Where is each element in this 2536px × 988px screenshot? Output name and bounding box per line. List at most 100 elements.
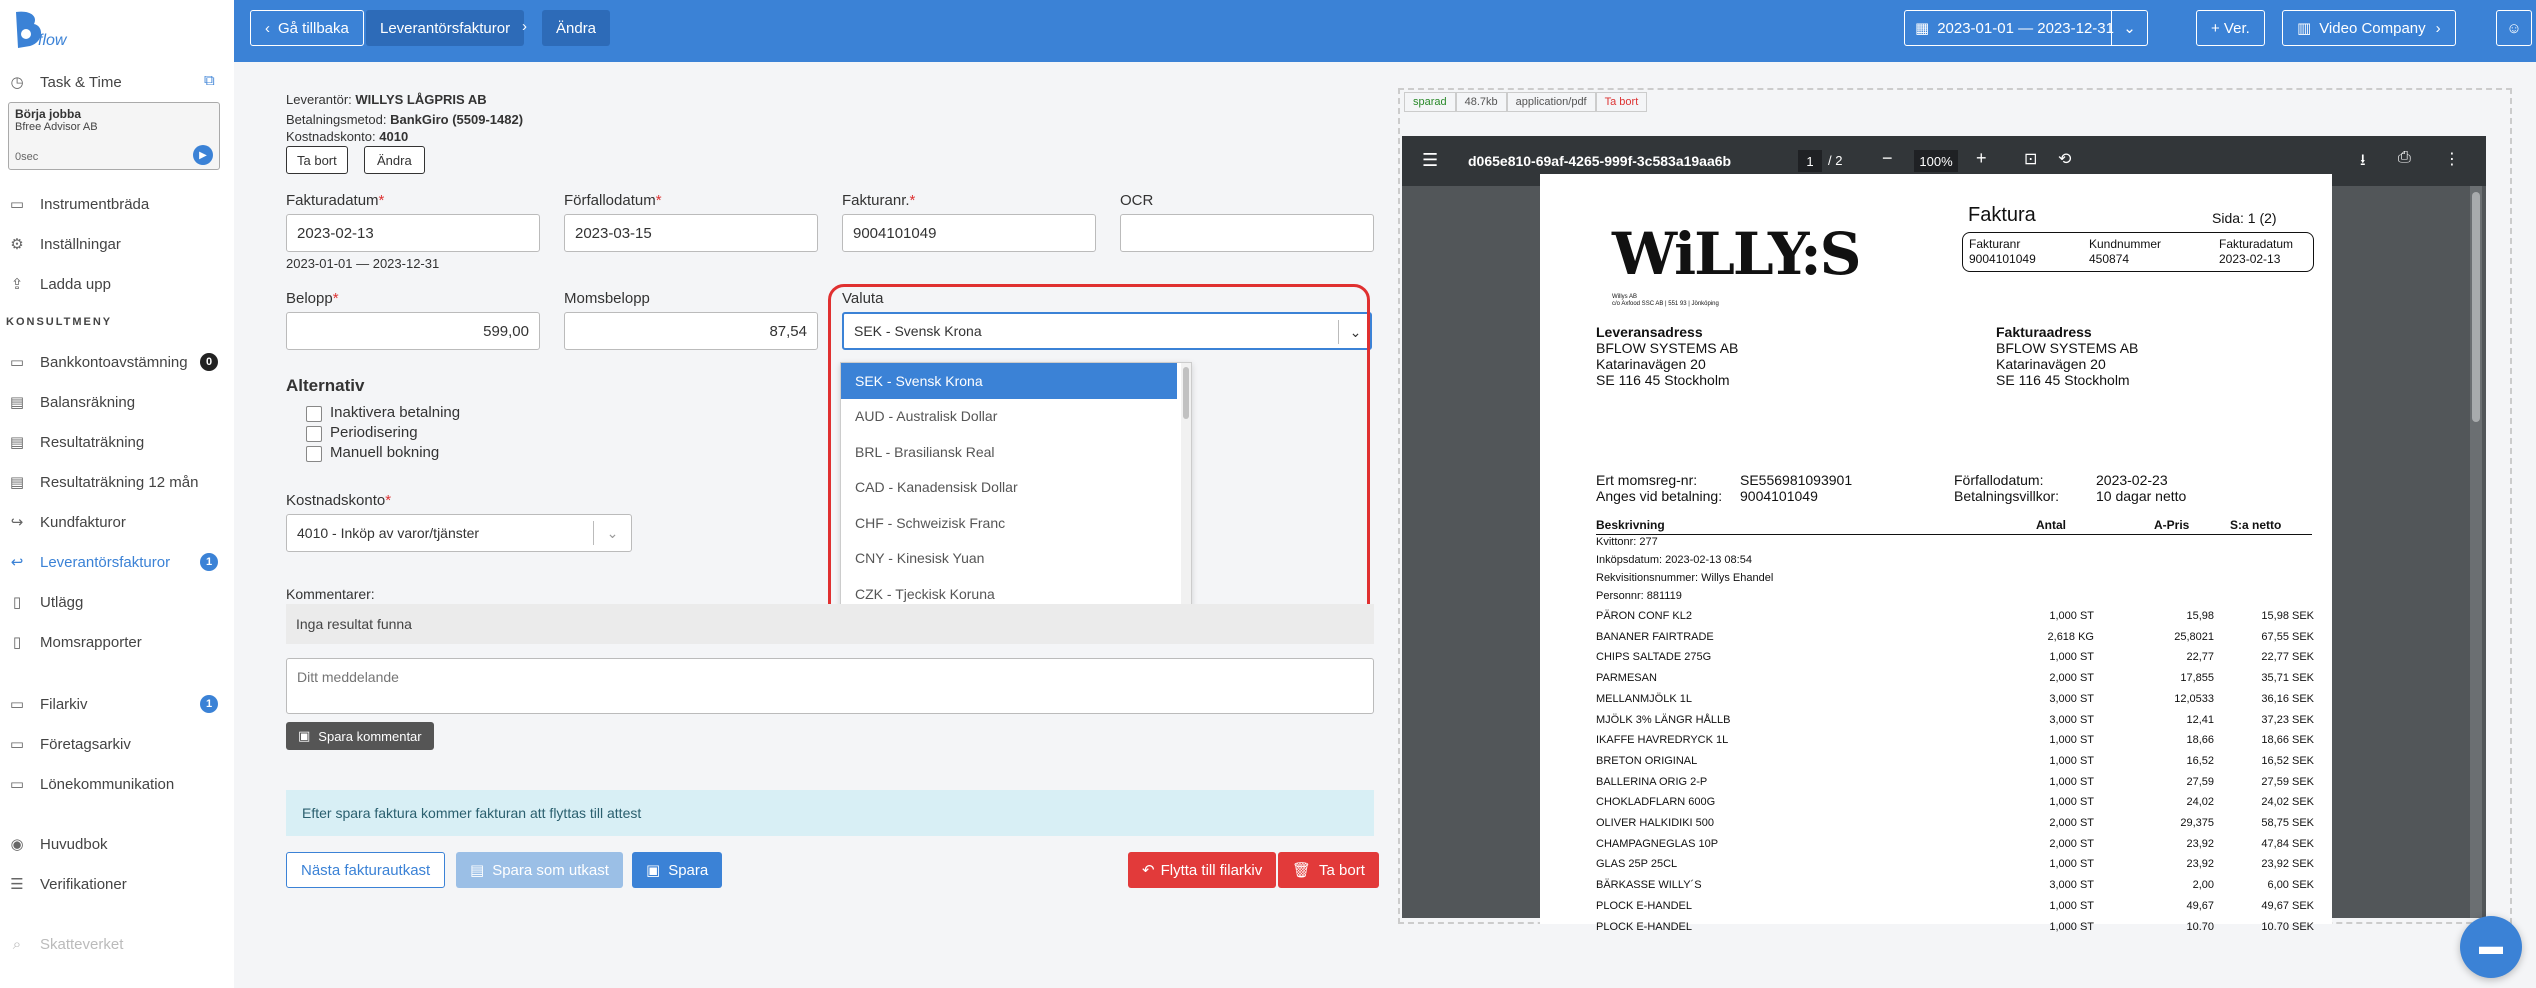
row-description: PLOCK E-HANDEL: [1596, 920, 1692, 933]
address-line: BFLOW SYSTEMS AB: [1596, 340, 1739, 356]
save-comment-button[interactable]: ▣ Spara kommentar: [286, 722, 434, 750]
zoom-out-icon[interactable]: −: [1882, 148, 1893, 169]
receipt-meta: Inköpsdatum: 2023-02-13 08:54: [1596, 554, 1752, 566]
sidebar-item-customer-invoices[interactable]: ↪ Kundfakturor: [8, 510, 126, 534]
sidebar-item-result[interactable]: ▤ Resultaträkning: [8, 430, 144, 454]
row-price: 49,67: [2186, 899, 2214, 912]
building-icon: ▥: [2297, 20, 2312, 37]
fit-page-icon[interactable]: ⊡: [2024, 149, 2037, 169]
menu-icon[interactable]: ☰: [1422, 150, 1438, 171]
page-input[interactable]: 1: [1798, 150, 1822, 172]
sidebar-item-dashboard[interactable]: ▭ Instrumentbräda: [8, 192, 149, 216]
row-net: 15,98 SEK: [2261, 610, 2314, 622]
row-description: BANANER FAIRTRADE: [1596, 630, 1714, 643]
cost-account-select[interactable]: 4010 - Inköp av varor/tjänster ⌄: [286, 514, 632, 552]
amount-input[interactable]: 599,00: [286, 312, 540, 350]
pdf-scrollbar[interactable]: [2470, 186, 2482, 918]
external-link-icon[interactable]: ⧉: [204, 72, 215, 89]
breadcrumb-supplier-invoices[interactable]: Leverantörsfakturor: [366, 10, 525, 46]
bank-icon: ▭: [9, 354, 25, 371]
rotate-icon[interactable]: ⟲: [2058, 149, 2071, 169]
back-button[interactable]: ‹ Gå tillbaka: [250, 10, 364, 46]
row-net: 6,00 SEK: [2267, 879, 2314, 892]
invoice-meta-box: Fakturanr 9004101049 Kundnummer 450874 F…: [1962, 232, 2314, 272]
user-icon[interactable]: ☺: [2496, 10, 2532, 46]
sidebar-item-payroll[interactable]: ▭ Lönekommunikation: [8, 772, 174, 796]
sidebar-item-upload[interactable]: ⇪ Ladda upp: [8, 272, 111, 296]
bflow-logo[interactable]: flow: [12, 8, 72, 52]
row-price: 23,92: [2186, 858, 2214, 871]
bank-badge: 0: [200, 353, 218, 371]
sidebar-item-company-archive[interactable]: ▭ Företagsarkiv: [8, 732, 131, 756]
due-date-input[interactable]: 2023-03-15: [564, 214, 818, 252]
invoice-date-input[interactable]: 2023-02-13: [286, 214, 540, 252]
invoice-page: WiLLY:S Willys AB c/o Axfood SSC AB | 55…: [1540, 174, 2332, 933]
ocr-input[interactable]: [1120, 214, 1374, 252]
sidebar-item-ledger[interactable]: ◉ Huvudbok: [8, 832, 107, 856]
date-range-select[interactable]: ▦ 2023-01-01 — 2023-12-31 ⌄: [1904, 10, 2148, 46]
file-delete-link[interactable]: Ta bort: [1595, 92, 1648, 112]
row-net: 37,23 SEK: [2261, 713, 2314, 726]
supplier-badge: 1: [200, 553, 218, 571]
sidebar-item-file-archive[interactable]: ▭ Filarkiv: [8, 692, 88, 716]
row-qty: 1,000 ST: [2049, 796, 2094, 809]
next-draft-button[interactable]: Nästa fakturautkast: [286, 852, 446, 888]
chevron-right-icon: ›: [2435, 19, 2441, 37]
invoice-nr-input[interactable]: 9004101049: [842, 214, 1096, 252]
company-select[interactable]: ▥ Video Company ›: [2282, 10, 2456, 46]
row-price: 17,855: [2180, 672, 2214, 685]
manual-booking-checkbox[interactable]: [306, 446, 322, 462]
more-icon[interactable]: ⋮: [2444, 149, 2460, 169]
periodization-checkbox[interactable]: [306, 426, 322, 442]
row-price: 12,0533: [2174, 692, 2214, 705]
play-icon[interactable]: ▶: [193, 145, 213, 165]
delete-button[interactable]: 🗑 Ta bort: [1278, 852, 1379, 888]
row-description: BRETON ORIGINAL: [1596, 754, 1698, 767]
sidebar-item-expenses[interactable]: ▯ Utlägg: [8, 590, 84, 614]
row-description: PÄRON CONF KL2: [1596, 610, 1692, 622]
message-textarea[interactable]: [286, 658, 1374, 714]
zoom-input[interactable]: 100%: [1914, 150, 1958, 172]
new-verification-button[interactable]: + Ver.: [2196, 10, 2265, 46]
sidebar-item-supplier-invoices[interactable]: ↩ Leverantörsfakturor: [8, 550, 170, 574]
task-box[interactable]: Börja jobba Bfree Advisor AB 0sec ▶: [8, 102, 220, 170]
logo-text: flow: [38, 32, 67, 49]
back-label: Gå tillbaka: [278, 19, 349, 37]
disable-payment-checkbox[interactable]: [306, 406, 322, 422]
change-supplier-button[interactable]: Ändra: [364, 146, 425, 174]
zoom-in-icon[interactable]: +: [1976, 148, 1987, 169]
print-icon[interactable]: ⎙: [2398, 149, 2411, 167]
sidebar-item-balance[interactable]: ▤ Balansräkning: [8, 390, 135, 414]
sidebar-item-verifications[interactable]: ☰ Verifikationer: [8, 872, 126, 896]
chat-icon[interactable]: ▬: [2460, 916, 2522, 978]
remove-supplier-button[interactable]: Ta bort: [286, 146, 348, 174]
archive-badge: 1: [200, 695, 218, 713]
sidebar-item-result-12[interactable]: ▤ Resultaträkning 12 mån: [8, 470, 199, 494]
row-price: 29,375: [2180, 817, 2214, 829]
save-icon: ▣: [646, 862, 661, 879]
breadcrumb-edit[interactable]: Ändra: [542, 10, 611, 46]
breadcrumb-label: Ändra: [556, 19, 597, 37]
row-net: 67,55 SEK: [2261, 630, 2314, 643]
info-alert: Efter spara faktura kommer fakturan att …: [286, 790, 1374, 836]
chevron-left-icon: ‹: [265, 19, 270, 37]
download-icon[interactable]: ⭳: [2360, 149, 2366, 176]
save-button[interactable]: ▣ Spara: [632, 852, 723, 888]
sidebar-item-label: Filarkiv: [40, 695, 88, 713]
sidebar-item-label: Momsrapporter: [40, 633, 142, 651]
sidebar-item-label: Lönekommunikation: [40, 775, 175, 793]
move-to-archive-button[interactable]: ↶ Flytta till filarkiv: [1128, 852, 1277, 888]
scrollbar-thumb[interactable]: [2472, 192, 2480, 422]
sidebar-item-bank[interactable]: ▭ Bankkontoavstämning: [8, 350, 188, 374]
sidebar-item-tax-agency[interactable]: ⌕ Skatteverket: [8, 932, 124, 956]
vat-input[interactable]: 87,54: [564, 312, 818, 350]
sidebar-item-settings[interactable]: ⚙ Inställningar: [8, 232, 121, 256]
sidebar-item-vat-reports[interactable]: ▯ Momsrapporter: [8, 630, 142, 654]
table-divider: [1596, 534, 2312, 535]
address-line: SE 116 45 Stockholm: [1996, 372, 2130, 388]
sidebar-item-task-time[interactable]: ◷ Task & Time: [8, 70, 121, 94]
button-label: Spara: [668, 861, 709, 879]
chevron-down-icon: ⌄: [593, 521, 631, 545]
row-description: GLAS 25P 25CL: [1596, 858, 1678, 871]
save-draft-button[interactable]: ▤ Spara som utkast: [456, 852, 623, 888]
